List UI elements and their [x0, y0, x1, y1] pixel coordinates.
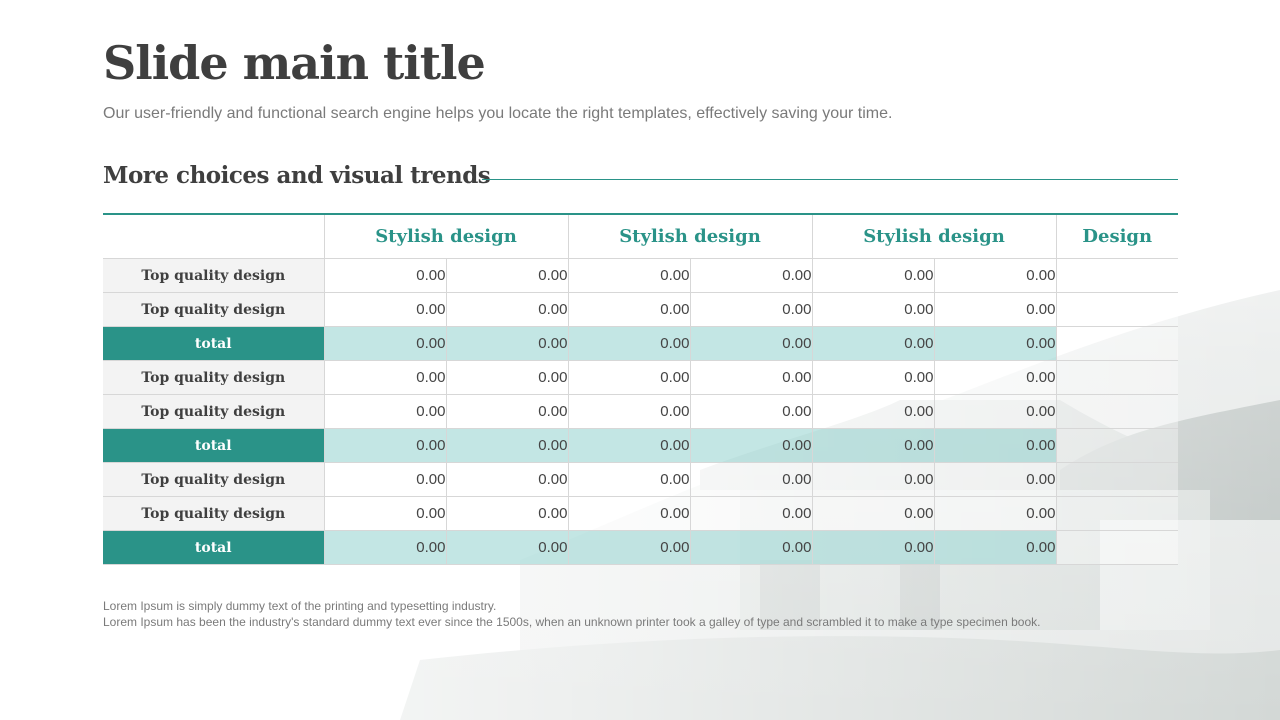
table-cell: 0.00 — [567, 462, 690, 497]
table-cell: 0.00 — [933, 394, 1056, 429]
table-cell: 0.00 — [445, 428, 568, 463]
table-cell: 0.00 — [689, 530, 812, 565]
table-cell: 0.00 — [445, 258, 568, 293]
footnote-line-2: Lorem Ipsum has been the industry's stan… — [103, 615, 1041, 629]
table-header-row: Stylish design Stylish design Stylish de… — [103, 214, 1178, 259]
row-label: Top quality design — [103, 292, 324, 327]
table-cell: 0.00 — [567, 292, 690, 327]
total-label: total — [103, 326, 324, 361]
column-header: Stylish design — [811, 214, 1056, 259]
design-cell — [1055, 258, 1178, 293]
table-cell: 0.00 — [689, 326, 812, 361]
table-cell: 0.00 — [933, 258, 1056, 293]
table-cell: 0.00 — [567, 360, 690, 395]
table-cell: 0.00 — [323, 326, 446, 361]
design-cell — [1055, 394, 1178, 429]
table-cell: 0.00 — [567, 326, 690, 361]
table-cell: 0.00 — [933, 326, 1056, 361]
design-cell — [1055, 360, 1178, 395]
table-cell: 0.00 — [933, 360, 1056, 395]
table-cell: 0.00 — [933, 428, 1056, 463]
slide-title: Slide main title — [103, 36, 486, 90]
table-cell: 0.00 — [445, 360, 568, 395]
table-cell: 0.00 — [323, 462, 446, 497]
table-cell: 0.00 — [445, 462, 568, 497]
column-header: Stylish design — [323, 214, 568, 259]
table-cell: 0.00 — [445, 530, 568, 565]
table-cell: 0.00 — [811, 326, 934, 361]
table-cell: 0.00 — [811, 258, 934, 293]
table-cell: 0.00 — [933, 292, 1056, 327]
footnote-line-1: Lorem Ipsum is simply dummy text of the … — [103, 599, 497, 613]
table-cell: 0.00 — [811, 428, 934, 463]
row-label: Top quality design — [103, 360, 324, 395]
footnote: Lorem Ipsum is simply dummy text of the … — [103, 598, 1040, 630]
table-cell: 0.00 — [567, 394, 690, 429]
table-cell: 0.00 — [445, 394, 568, 429]
table-cell: 0.00 — [445, 496, 568, 531]
table-cell: 0.00 — [323, 530, 446, 565]
table-row: Top quality design 0.00 0.00 0.00 0.00 0… — [103, 462, 1178, 497]
total-row: total 0.00 0.00 0.00 0.00 0.00 0.00 — [103, 530, 1178, 565]
table-cell: 0.00 — [445, 326, 568, 361]
table-cell: 0.00 — [567, 258, 690, 293]
table-cell: 0.00 — [445, 292, 568, 327]
table-row: Top quality design 0.00 0.00 0.00 0.00 0… — [103, 258, 1178, 293]
table-cell: 0.00 — [689, 394, 812, 429]
table-cell: 0.00 — [811, 496, 934, 531]
row-label: Top quality design — [103, 462, 324, 497]
design-cell — [1055, 326, 1178, 361]
design-cell — [1055, 530, 1178, 565]
table-row: Top quality design 0.00 0.00 0.00 0.00 0… — [103, 394, 1178, 429]
table-cell: 0.00 — [933, 496, 1056, 531]
row-label: Top quality design — [103, 496, 324, 531]
top-accent-bar — [0, 0, 1280, 8]
slide-subtitle: Our user-friendly and functional search … — [103, 105, 893, 122]
table-cell: 0.00 — [323, 428, 446, 463]
column-header: Design — [1055, 214, 1178, 259]
row-label: Top quality design — [103, 258, 324, 293]
table-cell: 0.00 — [689, 462, 812, 497]
table-cell: 0.00 — [811, 394, 934, 429]
total-row: total 0.00 0.00 0.00 0.00 0.00 0.00 — [103, 326, 1178, 361]
table-cell: 0.00 — [567, 530, 690, 565]
column-header: Stylish design — [567, 214, 812, 259]
table-cell: 0.00 — [933, 462, 1056, 497]
table-cell: 0.00 — [323, 292, 446, 327]
table-cell: 0.00 — [323, 496, 446, 531]
header-blank-cell — [103, 214, 324, 259]
table-cell: 0.00 — [567, 496, 690, 531]
table-row: Top quality design 0.00 0.00 0.00 0.00 0… — [103, 496, 1178, 531]
data-table: Stylish design Stylish design Stylish de… — [103, 213, 1178, 565]
design-cell — [1055, 292, 1178, 327]
total-label: total — [103, 428, 324, 463]
table-cell: 0.00 — [323, 394, 446, 429]
table-cell: 0.00 — [567, 428, 690, 463]
design-cell — [1055, 496, 1178, 531]
table-cell: 0.00 — [689, 428, 812, 463]
table-cell: 0.00 — [323, 258, 446, 293]
table-cell: 0.00 — [933, 530, 1056, 565]
table-cell: 0.00 — [689, 292, 812, 327]
table-row: Top quality design 0.00 0.00 0.00 0.00 0… — [103, 292, 1178, 327]
table-cell: 0.00 — [811, 360, 934, 395]
table-cell: 0.00 — [689, 360, 812, 395]
table-cell: 0.00 — [689, 496, 812, 531]
row-label: Top quality design — [103, 394, 324, 429]
table-cell: 0.00 — [689, 258, 812, 293]
section-divider — [482, 179, 1178, 180]
table-cell: 0.00 — [811, 292, 934, 327]
total-row: total 0.00 0.00 0.00 0.00 0.00 0.00 — [103, 428, 1178, 463]
section-heading: More choices and visual trends — [103, 162, 491, 189]
table-cell: 0.00 — [323, 360, 446, 395]
table-row: Top quality design 0.00 0.00 0.00 0.00 0… — [103, 360, 1178, 395]
total-label: total — [103, 530, 324, 565]
table-cell: 0.00 — [811, 462, 934, 497]
design-cell — [1055, 462, 1178, 497]
table-cell: 0.00 — [811, 530, 934, 565]
design-cell — [1055, 428, 1178, 463]
